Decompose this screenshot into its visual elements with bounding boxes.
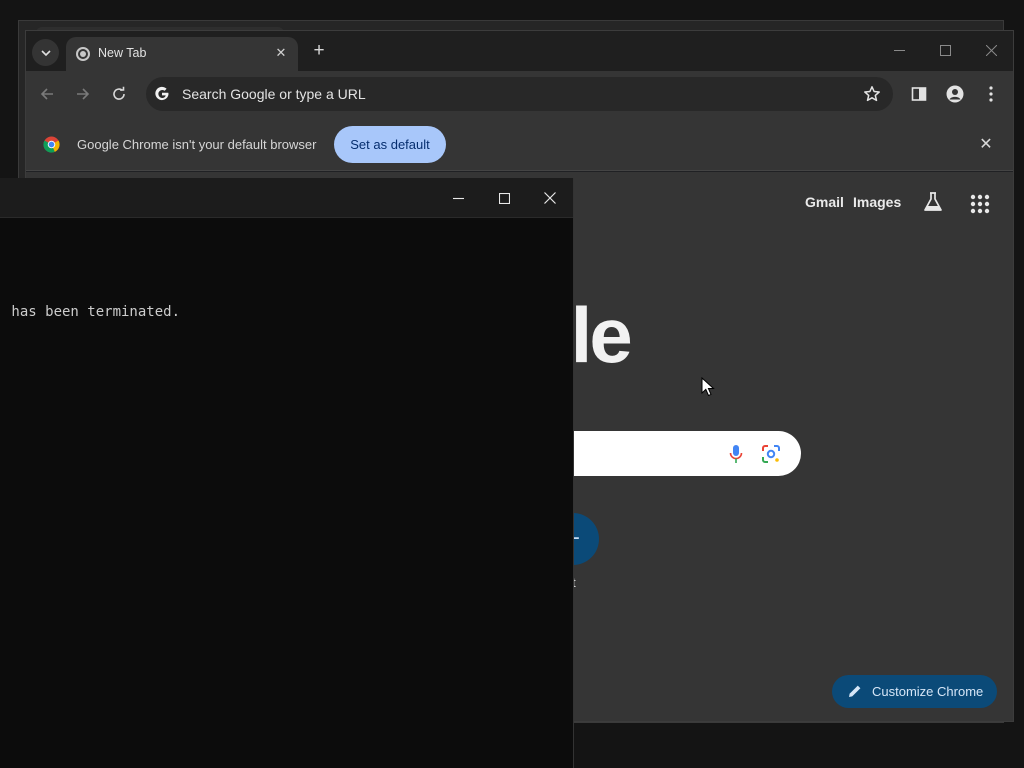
tab-strip: New Tab ✕ + xyxy=(26,31,1013,71)
terminal-minimize-button[interactable] xyxy=(446,187,470,209)
terminal-output: has been terminated. xyxy=(3,304,181,320)
images-link[interactable]: Images xyxy=(853,194,901,210)
terminal-titlebar xyxy=(0,178,573,218)
chrome-favicon-icon xyxy=(76,47,90,61)
maximize-button[interactable] xyxy=(930,39,960,61)
chrome-logo-icon xyxy=(43,136,60,153)
infobar-close-button[interactable]: ✕ xyxy=(977,135,995,153)
customize-chrome-button[interactable]: Customize Chrome xyxy=(832,675,997,708)
tab-new-tab[interactable]: New Tab ✕ xyxy=(66,37,298,71)
labs-flask-icon[interactable] xyxy=(922,191,944,213)
close-icon: ✕ xyxy=(275,45,287,60)
more-icon xyxy=(989,86,993,102)
forward-button[interactable] xyxy=(71,82,95,106)
new-tab-button[interactable]: + xyxy=(308,40,330,62)
maximize-icon xyxy=(939,44,951,56)
more-menu-button[interactable] xyxy=(980,83,1002,105)
lens-icon[interactable] xyxy=(761,444,781,464)
close-icon xyxy=(544,192,556,204)
side-panel-icon xyxy=(911,87,927,101)
default-browser-infobar: Google Chrome isn't your default browser… xyxy=(26,117,1013,171)
toolbar: Search Google or type a URL xyxy=(26,71,1013,117)
close-icon: ✕ xyxy=(979,136,993,153)
minimize-icon xyxy=(452,197,464,199)
maximize-icon xyxy=(498,192,510,204)
profile-icon xyxy=(946,85,964,103)
mouse-cursor-icon xyxy=(701,377,715,397)
profile-button[interactable] xyxy=(944,83,966,105)
tab-title: New Tab xyxy=(98,46,147,60)
gmail-link[interactable]: Gmail xyxy=(805,194,844,210)
reload-button[interactable] xyxy=(107,82,131,106)
tab-close-button[interactable]: ✕ xyxy=(272,44,290,62)
chevron-down-icon xyxy=(40,49,51,56)
pencil-icon xyxy=(849,685,861,697)
close-window-button[interactable] xyxy=(976,39,1006,61)
minimize-icon xyxy=(893,49,905,51)
star-icon[interactable] xyxy=(863,85,881,103)
minimize-button[interactable] xyxy=(884,39,914,61)
set-as-default-button[interactable]: Set as default xyxy=(334,126,446,163)
terminal-window: has been terminated. xyxy=(0,178,574,768)
terminal-close-button[interactable] xyxy=(538,187,562,209)
google-g-icon xyxy=(155,86,169,101)
address-bar[interactable]: Search Google or type a URL xyxy=(146,77,893,111)
desktop: New Tab ✕ + Search Google or type a URL … xyxy=(0,0,1024,768)
back-button[interactable] xyxy=(35,82,59,106)
address-bar-placeholder: Search Google or type a URL xyxy=(182,86,366,102)
plus-icon: + xyxy=(313,40,325,61)
terminal-maximize-button[interactable] xyxy=(492,187,516,209)
mic-icon[interactable] xyxy=(729,444,743,464)
forward-icon xyxy=(77,88,90,100)
close-icon xyxy=(985,44,997,56)
apps-grid-icon[interactable] xyxy=(970,194,990,214)
side-panel-button[interactable] xyxy=(908,83,930,105)
customize-chrome-label: Customize Chrome xyxy=(872,684,984,699)
tab-search-button[interactable] xyxy=(32,39,59,66)
infobar-message: Google Chrome isn't your default browser xyxy=(77,137,317,152)
back-icon xyxy=(40,88,53,100)
reload-icon xyxy=(113,86,125,100)
